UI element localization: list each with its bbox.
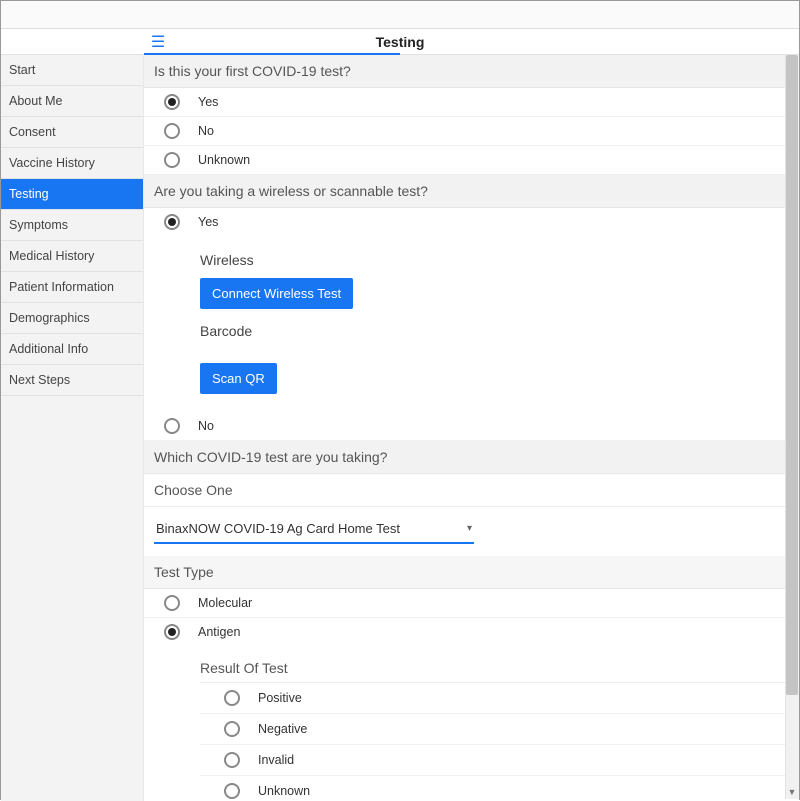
radio-icon[interactable] [164, 94, 180, 110]
page-title: Testing [376, 34, 425, 50]
scrollbar-thumb[interactable] [786, 55, 798, 695]
option-label: Yes [198, 95, 218, 109]
option-label: Yes [198, 215, 218, 229]
connect-wireless-button[interactable]: Connect Wireless Test [200, 278, 353, 309]
radio-icon[interactable] [224, 783, 240, 799]
option-label: Unknown [258, 784, 310, 798]
sidebar-item-patient-information[interactable]: Patient Information [1, 272, 143, 303]
option-label: Positive [258, 691, 302, 705]
radio-icon[interactable] [164, 624, 180, 640]
sidebar-item-label: Next Steps [9, 373, 70, 387]
radio-icon[interactable] [164, 595, 180, 611]
option-type-antigen[interactable]: Antigen [144, 618, 795, 646]
title-bar: ☰ Testing [1, 29, 799, 55]
scrollbar[interactable]: ▲ ▼ [785, 55, 799, 799]
option-wireless-yes[interactable]: Yes [144, 208, 795, 236]
sidebar-item-medical-history[interactable]: Medical History [1, 241, 143, 272]
wireless-nested: Wireless Connect Wireless Test Barcode S… [144, 236, 795, 412]
radio-icon[interactable] [224, 752, 240, 768]
question-which-test: Which COVID-19 test are you taking? [144, 441, 795, 474]
option-type-molecular[interactable]: Molecular [144, 589, 795, 618]
option-label: Unknown [198, 153, 250, 167]
scroll-down-icon[interactable]: ▼ [785, 785, 799, 799]
sidebar-item-start[interactable]: Start [1, 55, 143, 86]
option-result-positive[interactable]: Positive [200, 683, 785, 714]
option-result-unknown[interactable]: Unknown [200, 776, 785, 801]
sidebar-item-label: About Me [9, 94, 63, 108]
radio-icon[interactable] [224, 721, 240, 737]
main-panel: Is this your first COVID-19 test? Yes No… [144, 55, 799, 801]
sidebar-item-symptoms[interactable]: Symptoms [1, 210, 143, 241]
option-first-unknown[interactable]: Unknown [144, 146, 795, 175]
option-label: No [198, 124, 214, 138]
sidebar-item-label: Consent [9, 125, 56, 139]
option-wireless-no[interactable]: No [144, 412, 795, 441]
sidebar-item-vaccine-history[interactable]: Vaccine History [1, 148, 143, 179]
sidebar-item-label: Demographics [9, 311, 90, 325]
sidebar: Start About Me Consent Vaccine History T… [1, 55, 144, 801]
sidebar-item-label: Symptoms [9, 218, 68, 232]
wireless-heading: Wireless [200, 252, 785, 268]
question-first-test: Is this your first COVID-19 test? [144, 55, 795, 88]
radio-icon[interactable] [164, 152, 180, 168]
scan-qr-button[interactable]: Scan QR [200, 363, 277, 394]
main-container: Start About Me Consent Vaccine History T… [1, 55, 799, 801]
option-first-yes[interactable]: Yes [144, 88, 795, 117]
sidebar-item-next-steps[interactable]: Next Steps [1, 365, 143, 396]
option-label: Invalid [258, 753, 294, 767]
choose-one-label: Choose One [144, 474, 795, 507]
hamburger-icon[interactable]: ☰ [143, 32, 173, 52]
sidebar-item-label: Testing [9, 187, 49, 201]
radio-icon[interactable] [164, 418, 180, 434]
radio-icon[interactable] [224, 690, 240, 706]
option-label: Molecular [198, 596, 252, 610]
chevron-down-icon: ▾ [467, 523, 472, 534]
sidebar-item-label: Additional Info [9, 342, 88, 356]
sidebar-item-label: Medical History [9, 249, 94, 263]
test-type-label: Test Type [144, 556, 795, 589]
top-spacer [1, 1, 799, 29]
radio-icon[interactable] [164, 123, 180, 139]
sidebar-item-about-me[interactable]: About Me [1, 86, 143, 117]
test-select[interactable]: BinaxNOW COVID-19 Ag Card Home Test ▾ [154, 517, 474, 544]
sidebar-item-demographics[interactable]: Demographics [1, 303, 143, 334]
option-first-no[interactable]: No [144, 117, 795, 146]
option-result-invalid[interactable]: Invalid [200, 745, 785, 776]
barcode-heading: Barcode [200, 323, 785, 339]
sidebar-item-testing[interactable]: Testing [1, 179, 143, 210]
result-heading: Result Of Test [200, 652, 785, 683]
select-value: BinaxNOW COVID-19 Ag Card Home Test [156, 521, 400, 536]
sidebar-item-additional-info[interactable]: Additional Info [1, 334, 143, 365]
radio-icon[interactable] [164, 214, 180, 230]
sidebar-item-label: Start [9, 63, 35, 77]
result-block: Result Of Test Positive Negative Invalid [144, 646, 795, 801]
option-label: No [198, 419, 214, 433]
option-label: Negative [258, 722, 307, 736]
question-wireless: Are you taking a wireless or scannable t… [144, 175, 795, 208]
option-label: Antigen [198, 625, 240, 639]
sidebar-item-label: Vaccine History [9, 156, 95, 170]
sidebar-item-label: Patient Information [9, 280, 114, 294]
option-result-negative[interactable]: Negative [200, 714, 785, 745]
sidebar-item-consent[interactable]: Consent [1, 117, 143, 148]
